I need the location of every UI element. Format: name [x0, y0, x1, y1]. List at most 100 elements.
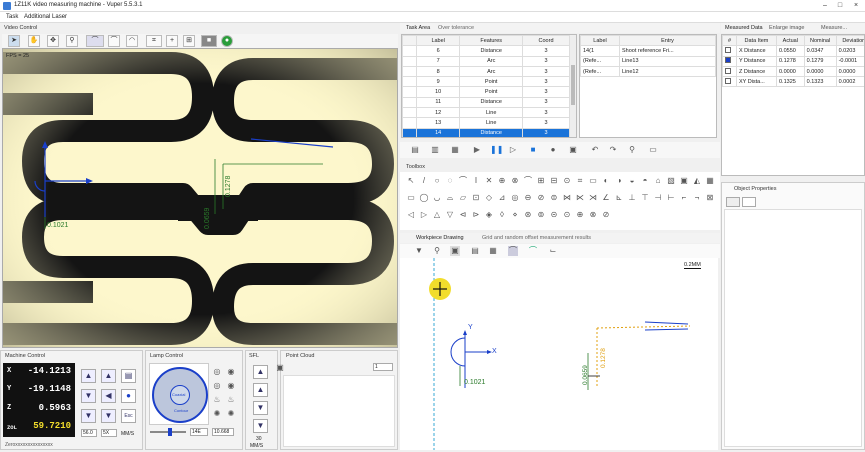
checkbox-icon[interactable] — [725, 78, 731, 84]
esc-button[interactable]: Esc — [121, 409, 136, 423]
tool-36-icon[interactable]: ⋈ — [562, 193, 572, 203]
tool-48-icon[interactable]: ◁ — [406, 210, 416, 220]
lamp-bulb-c-icon[interactable]: ✺ — [212, 409, 222, 419]
tool-11-icon[interactable]: ⊟ — [549, 176, 559, 186]
tool-15-icon[interactable]: ◐ — [601, 176, 611, 186]
jog-right-button[interactable]: ▼ — [81, 409, 96, 423]
record-icon[interactable]: ● — [548, 145, 558, 155]
tool-25-icon[interactable]: ◯ — [419, 193, 429, 203]
lamp-ring-a-icon[interactable]: ◎ — [212, 367, 222, 377]
task-row[interactable]: 14Distance3 — [403, 128, 570, 138]
col-nominal[interactable]: Nominal — [804, 36, 836, 46]
play-icon[interactable]: ▶ — [472, 145, 482, 155]
task-row-check[interactable] — [403, 118, 417, 128]
col-data-item[interactable]: Data Item — [736, 36, 776, 46]
tool-34-icon[interactable]: ⊘ — [536, 193, 546, 203]
tool-14-icon[interactable]: ▭ — [588, 176, 598, 186]
task-row[interactable]: 7Arc3 — [403, 56, 570, 66]
tab-grid-results[interactable]: Grid and random offset measurement resul… — [482, 235, 591, 241]
tool-63-icon[interactable]: ⊘ — [601, 210, 611, 220]
tool-4-icon[interactable]: ⌒ — [458, 176, 468, 186]
lamp-ring-d-icon[interactable]: ◉ — [226, 381, 236, 391]
tool-43-icon[interactable]: ⊣ — [653, 193, 663, 203]
stack-icon[interactable]: ▦ — [488, 246, 498, 256]
redo-icon[interactable]: ↷ — [608, 145, 618, 155]
measured-checkbox[interactable] — [723, 77, 737, 87]
curve-alt-icon[interactable]: ⌒ — [108, 35, 120, 47]
layers-icon[interactable]: ▤ — [470, 246, 480, 256]
menu-additional-laser[interactable]: Additional Laser — [24, 14, 67, 20]
sfl-mid-button[interactable]: ▲ — [253, 383, 268, 397]
tool-10-icon[interactable]: ⊞ — [536, 176, 546, 186]
col-features[interactable]: Features — [460, 36, 523, 46]
col-actual[interactable]: Actual — [776, 36, 804, 46]
maximize-icon[interactable]: □ — [835, 1, 845, 10]
tool-59-icon[interactable]: ⊝ — [549, 210, 559, 220]
sfl-down-button[interactable]: ▼ — [253, 401, 268, 415]
tool-45-icon[interactable]: ⌐ — [679, 193, 689, 203]
tool-62-icon[interactable]: ⊗ — [588, 210, 598, 220]
tool-50-icon[interactable]: △ — [432, 210, 442, 220]
tool-30-icon[interactable]: ◇ — [484, 193, 494, 203]
tool-29-icon[interactable]: ⊡ — [471, 193, 481, 203]
task-row[interactable]: 6Distance3 — [403, 46, 570, 56]
task-row[interactable]: 8Arc3 — [403, 66, 570, 76]
jog-down-left-button[interactable]: ▼ — [81, 389, 96, 403]
list-view-icon[interactable] — [726, 197, 740, 207]
measured-row[interactable]: Y Distance0.12780.1279-0.0001 — [723, 56, 865, 66]
tool-0-icon[interactable]: ↖ — [406, 176, 416, 186]
checkbox-icon[interactable] — [725, 68, 731, 74]
task-row-check[interactable] — [403, 97, 417, 107]
task-row-check[interactable] — [403, 128, 417, 138]
tool-58-icon[interactable]: ⊚ — [536, 210, 546, 220]
tool-20-icon[interactable]: ▧ — [666, 176, 676, 186]
task-row[interactable]: 9Point3 — [403, 77, 570, 87]
tool-39-icon[interactable]: ∠ — [601, 193, 611, 203]
tool-2-icon[interactable]: ○ — [432, 176, 442, 186]
tool-51-icon[interactable]: ▽ — [445, 210, 455, 220]
col-coord[interactable]: Coord — [523, 36, 570, 46]
camera-icon[interactable]: ■ — [201, 35, 217, 47]
tool-1-icon[interactable]: / — [419, 176, 429, 186]
tool-41-icon[interactable]: ⊥ — [627, 193, 637, 203]
tool-6-icon[interactable]: ✕ — [484, 176, 494, 186]
lamp-ring-b-icon[interactable]: ◉ — [226, 367, 236, 377]
tool-54-icon[interactable]: ◈ — [484, 210, 494, 220]
tool-22-icon[interactable]: ◭ — [692, 176, 702, 186]
props-view-icon[interactable] — [742, 197, 756, 207]
tool-26-icon[interactable]: ◡ — [432, 193, 442, 203]
video-view[interactable]: FPS = 25 0.1021 0.0659 0.1278 — [2, 48, 398, 348]
tool-21-icon[interactable]: ▣ — [679, 176, 689, 186]
tab-enlarge-image[interactable]: Enlarge image — [769, 25, 804, 31]
step-icon[interactable]: ▷ — [508, 145, 518, 155]
tool-23-icon[interactable]: ▦ — [705, 176, 715, 186]
select-arrow-icon[interactable]: ➤ — [8, 35, 20, 47]
zoom-fit-icon[interactable]: ⚲ — [432, 246, 442, 256]
tool-46-icon[interactable]: ¬ — [692, 193, 702, 203]
doc-icon[interactable]: ▥ — [430, 145, 440, 155]
task-row-check[interactable] — [403, 46, 417, 56]
layer-icon[interactable]: ▣ — [450, 246, 460, 256]
tool-7-icon[interactable]: ⊕ — [497, 176, 507, 186]
entry-row[interactable]: 14(1Shoot reference Fri... — [581, 46, 716, 56]
tool-52-icon[interactable]: ⊲ — [458, 210, 468, 220]
task-row[interactable]: 12Line3 — [403, 108, 570, 118]
tool-37-icon[interactable]: ⋉ — [575, 193, 585, 203]
save-icon[interactable]: ▦ — [450, 145, 460, 155]
task-scrollbar[interactable] — [570, 35, 576, 137]
jog-left-button[interactable]: ◀ — [101, 389, 116, 403]
undo-icon[interactable]: ↶ — [590, 145, 600, 155]
jog-zoom-button[interactable]: ▤ — [121, 369, 136, 383]
tool-40-icon[interactable]: ⊾ — [614, 193, 624, 203]
tool-44-icon[interactable]: ⊢ — [666, 193, 676, 203]
crop-icon[interactable]: ⌗ — [146, 35, 162, 47]
pause-icon[interactable]: ❚❚ — [490, 145, 500, 155]
task-row-check[interactable] — [403, 108, 417, 118]
drawing-canvas[interactable]: 0.2MM X Y 0.1021 0.0659 0.1278 — [400, 258, 718, 450]
jog-up-button[interactable]: ▲ — [101, 369, 116, 383]
jog-stop-button[interactable]: ● — [121, 389, 136, 403]
task-row[interactable]: 13Line3 — [403, 118, 570, 128]
arc-icon[interactable]: ◠ — [126, 35, 138, 47]
lamp-bulb-b-icon[interactable]: ♨ — [226, 395, 236, 405]
tool-53-icon[interactable]: ⊳ — [471, 210, 481, 220]
